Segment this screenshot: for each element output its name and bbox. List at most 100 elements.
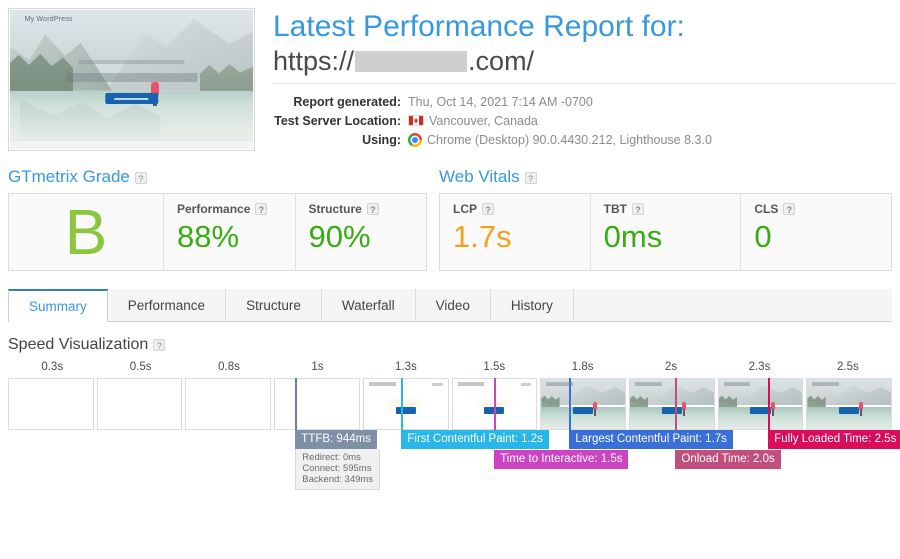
grade-letter: B [64,196,108,268]
report-tabs: Summary Performance Structure Waterfall … [8,289,892,322]
frame-cta-button [573,407,594,414]
report-header: My WordPress Latest Performance Report f… [0,0,900,151]
tab-structure[interactable]: Structure [226,289,322,321]
speed-visualization-section: Speed Visualization? 0.3s 0.5s 0.8s 1s 1… [0,336,900,490]
speed-visualization-timeline: 0.3s 0.5s 0.8s 1s 1.3s 1.5s 1.8s 2s 2.3s… [8,361,900,490]
filmstrip-frame[interactable] [185,378,272,430]
frame-logo [368,382,396,386]
site-thumbnail[interactable]: My WordPress [8,8,255,151]
frame-person-legs [860,409,863,416]
speed-visualization-help-icon[interactable]: ? [153,339,166,351]
tab-waterfall[interactable]: Waterfall [321,289,416,321]
lcp-cell: LCP? 1.7s [440,194,590,270]
gtmetrix-grade-help-icon[interactable]: ? [134,171,147,184]
page-title: Latest Performance Report for: [273,10,685,43]
structure-label: Structure? [309,202,427,216]
frame-scene [541,379,625,429]
timeline-tick: 1.8s [571,361,594,373]
label-fully-loaded[interactable]: Fully Loaded Time: 2.5s [768,430,900,449]
filmstrip-frame[interactable] [8,378,94,430]
report-metadata: Report generated: Thu, Oct 14, 2021 7:14… [273,93,900,149]
meta-text-test-server-location: Vancouver, Canada [429,113,538,128]
structure-help-icon[interactable]: ? [366,203,379,215]
report-header-text: Latest Performance Report for: https://.… [255,8,900,151]
frame-person [681,402,686,416]
cls-label: CLS? [754,202,891,216]
meta-value-report-generated: Thu, Oct 14, 2021 7:14 AM -0700 [408,93,593,111]
meta-label-using: Using: [362,132,401,147]
tab-summary[interactable]: Summary [8,289,108,322]
tbt-cell: TBT? 0ms [589,194,741,270]
tbt-help-icon[interactable]: ? [632,203,644,215]
ttfb-breakdown-redirect: Redirect: 0ms [302,452,361,463]
canada-flag-icon [408,115,424,127]
timeline-tick: 0.8s [218,361,240,373]
meta-text-report-generated: Thu, Oct 14, 2021 7:14 AM -0700 [408,94,593,109]
filmstrip-frame[interactable] [96,378,183,430]
tbt-value: 0ms [603,219,663,254]
meta-row-using: Using: Chrome (Desktop) 90.0.4430.212, L… [273,131,900,149]
performance-value: 88% [177,219,240,254]
label-onload[interactable]: Onload Time: 2.0s [675,450,781,469]
web-vitals-box: LCP? 1.7s TBT? 0ms CLS? 0 [439,193,892,271]
filmstrip-frame[interactable] [717,378,804,430]
timeline-tick: 0.5s [129,361,152,373]
url-redacted-block [355,50,468,72]
frame-person-legs [771,409,774,416]
marker-lcp [569,378,572,430]
score-panels: GTmetrix Grade? B Performance? 88% Struc… [0,167,900,271]
ttfb-breakdown: Redirect: 0ms Connect: 595ms Backend: 34… [295,449,381,490]
maple-leaf-icon [413,117,419,124]
marker-ttfb [295,378,298,430]
web-vitals-help-icon[interactable]: ? [524,171,537,184]
label-fcp[interactable]: First Contentful Paint: 1.2s [401,430,549,449]
filmstrip-frame[interactable] [540,378,626,430]
meta-row-test-server-location: Test Server Location: Vancouver, Canada [273,112,900,130]
performance-help-icon[interactable]: ? [255,203,268,215]
structure-score-cell: Structure? 90% [294,194,427,270]
tab-history[interactable]: History [490,289,574,321]
frame-logo [723,382,751,386]
filmstrip-frame[interactable] [362,378,449,430]
frame-person-legs [682,409,685,416]
timeline-tick: 1s [311,361,324,373]
meta-label-test-server-location: Test Server Location: [274,113,401,128]
filmstrip-frame[interactable] [806,378,893,430]
timeline-tick: 2s [664,361,678,373]
meta-value-test-server-location: Vancouver, Canada [408,112,538,130]
frame-nav [521,382,532,386]
filmstrip-frames [8,378,893,430]
speed-visualization-title-text: Speed Visualization [8,336,149,353]
filmstrip-frame[interactable] [274,378,360,430]
chrome-icon [408,132,422,147]
tab-performance[interactable]: Performance [107,289,227,321]
grade-letter-cell: B [9,194,163,270]
label-tti[interactable]: Time to Interactive: 1.5s [494,450,629,469]
frame-nav [432,382,443,386]
filmstrip-frame[interactable] [628,378,715,430]
meta-row-report-generated: Report generated: Thu, Oct 14, 2021 7:14… [273,93,900,111]
gtmetrix-grade-title: GTmetrix Grade? [8,167,427,187]
label-ttfb[interactable]: TTFB: 944ms [295,430,377,449]
thumb-hero-subtitle [78,60,185,65]
meta-label-report-generated: Report generated: [293,94,401,109]
gtmetrix-grade-box: B Performance? 88% Structure? 90% [8,193,427,271]
meta-value-using: Chrome (Desktop) 90.0.4430.212, Lighthou… [408,131,712,149]
timeline-tick: 0.3s [41,361,64,373]
structure-label-text: Structure [308,202,362,216]
marker-fully-loaded [768,378,771,430]
timeline-tick: 1.5s [483,361,506,373]
speed-visualization-title: Speed Visualization? [8,336,892,354]
tab-video[interactable]: Video [415,289,491,321]
performance-label: Performance? [177,202,295,216]
frame-person [593,402,598,416]
web-vitals-title: Web Vitals? [439,167,892,187]
thumb-hero-heading [65,72,198,82]
lcp-help-icon[interactable]: ? [482,203,494,215]
report-url: https:// .com/ [273,46,900,77]
cls-help-icon[interactable]: ? [783,203,796,215]
frame-person [770,402,775,416]
timeline-tick: 2.5s [836,361,859,373]
label-lcp[interactable]: Largest Contentful Paint: 1.7s [569,430,733,449]
timeline-tick: 2.3s [748,361,771,373]
